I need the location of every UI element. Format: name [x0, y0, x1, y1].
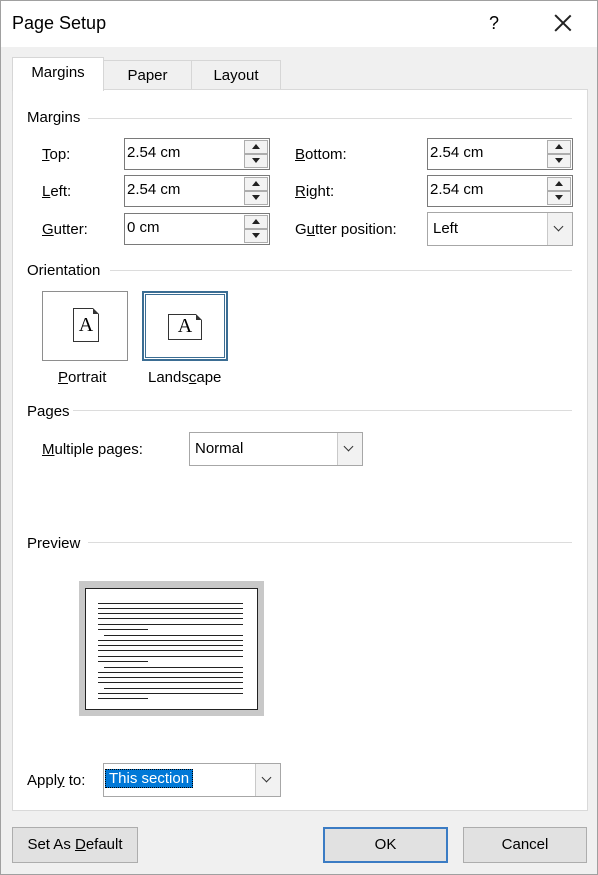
right-margin-up-arrow[interactable] — [547, 177, 571, 191]
tab-paper[interactable]: Paper — [103, 60, 192, 91]
chevron-down-icon[interactable] — [255, 764, 280, 796]
set-as-default-button[interactable]: Set As Default — [12, 827, 138, 863]
bottom-margin-up-arrow[interactable] — [547, 140, 571, 154]
dialog-title: Page Setup — [12, 13, 107, 33]
left-margin-down-arrow[interactable] — [244, 191, 268, 205]
top-margin-value[interactable]: 2.54 cm — [127, 144, 180, 161]
help-button[interactable]: ? — [485, 10, 503, 36]
apply-to-value[interactable]: This section — [105, 769, 194, 788]
portrait-button[interactable]: A — [42, 291, 128, 361]
gutter-position-label: Gutter position: — [295, 221, 397, 238]
chevron-down-icon[interactable] — [337, 433, 362, 465]
gutter-label: Gutter: — [42, 221, 88, 238]
orientation-section-label: Orientation — [27, 262, 101, 279]
pages-separator — [73, 410, 572, 411]
chevron-down-icon[interactable] — [547, 213, 572, 245]
multiple-pages-select[interactable]: Normal — [189, 432, 363, 466]
gutter-stepper[interactable]: 0 cm — [124, 213, 270, 245]
bottom-margin-down-arrow[interactable] — [547, 154, 571, 168]
landscape-label: Landscape — [148, 369, 222, 386]
page-setup-dialog: Page Setup ? Margins Paper Layout Margin… — [0, 0, 598, 875]
portrait-label: Portrait — [58, 369, 107, 386]
right-margin-label: Right: — [295, 183, 335, 200]
ok-button[interactable]: OK — [323, 827, 448, 863]
orientation-separator — [110, 270, 572, 271]
preview-section-label: Preview — [27, 535, 81, 552]
title-bar: Page Setup ? — [1, 1, 597, 47]
pages-section-label: Pages — [27, 403, 70, 420]
apply-to-select[interactable]: This section — [103, 763, 281, 797]
landscape-button[interactable]: A — [142, 291, 228, 361]
multiple-pages-value[interactable]: Normal — [195, 440, 243, 457]
tab-layout[interactable]: Layout — [191, 60, 281, 91]
gutter-position-value[interactable]: Left — [433, 220, 458, 237]
cancel-button[interactable]: Cancel — [463, 827, 587, 863]
preview-separator — [88, 542, 572, 543]
margins-separator — [88, 118, 572, 119]
margins-section-label: Margins — [27, 109, 81, 126]
bottom-margin-label: Bottom: — [295, 146, 347, 163]
portrait-page-icon: A — [73, 308, 99, 342]
top-margin-down-arrow[interactable] — [244, 154, 268, 168]
right-margin-down-arrow[interactable] — [547, 191, 571, 205]
bottom-margin-stepper[interactable]: 2.54 cm — [427, 138, 573, 170]
apply-to-label: Apply to: — [27, 772, 86, 789]
left-margin-label: Left: — [42, 183, 72, 200]
gutter-up-arrow[interactable] — [244, 215, 268, 229]
top-margin-up-arrow[interactable] — [244, 140, 268, 154]
tab-margins[interactable]: Margins — [12, 57, 104, 91]
landscape-page-icon: A — [168, 314, 202, 340]
bottom-margin-value[interactable]: 2.54 cm — [430, 144, 483, 161]
preview-page — [85, 588, 258, 710]
left-margin-up-arrow[interactable] — [244, 177, 268, 191]
gutter-value[interactable]: 0 cm — [127, 219, 160, 236]
top-margin-label: Top: — [42, 146, 71, 163]
multiple-pages-label: Multiple pages: — [42, 441, 143, 458]
preview-thumbnail — [79, 581, 264, 716]
gutter-down-arrow[interactable] — [244, 229, 268, 243]
right-margin-stepper[interactable]: 2.54 cm — [427, 175, 573, 207]
close-icon[interactable] — [551, 11, 575, 35]
left-margin-stepper[interactable]: 2.54 cm — [124, 175, 270, 207]
top-margin-stepper[interactable]: 2.54 cm — [124, 138, 270, 170]
right-margin-value[interactable]: 2.54 cm — [430, 181, 483, 198]
gutter-position-select[interactable]: Left — [427, 212, 573, 246]
left-margin-value[interactable]: 2.54 cm — [127, 181, 180, 198]
